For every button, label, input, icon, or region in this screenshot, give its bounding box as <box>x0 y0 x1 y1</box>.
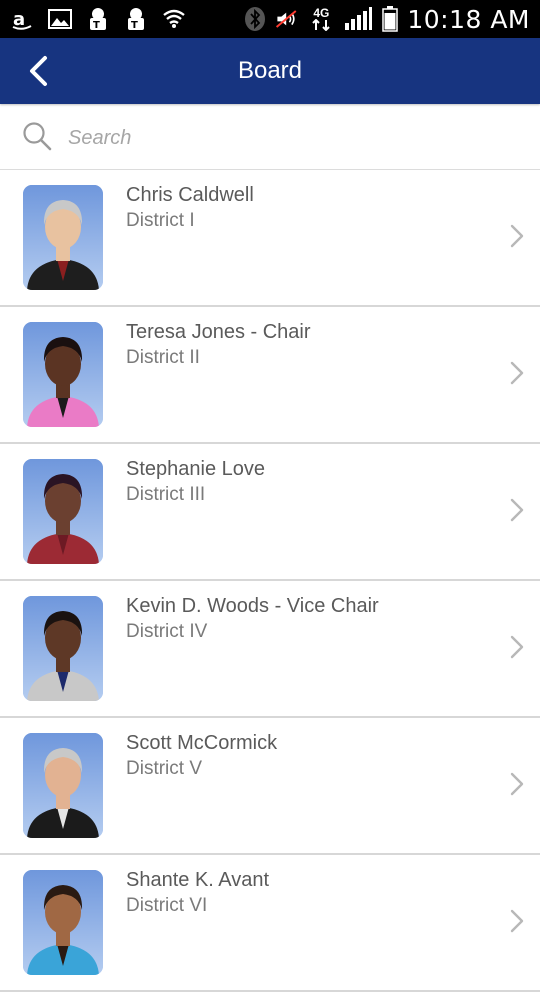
wifi-icon <box>162 7 186 31</box>
member-name: Scott McCormick <box>126 732 278 754</box>
bluetooth-icon <box>243 7 267 31</box>
list-item[interactable]: Shante K. Avant District VI <box>0 855 540 992</box>
search-icon <box>23 122 52 151</box>
list-item[interactable]: Chris Caldwell District I <box>0 170 540 307</box>
avatar <box>23 733 103 838</box>
list-item[interactable]: Stephanie Love District III <box>0 444 540 581</box>
chevron-right-icon <box>510 361 524 385</box>
avatar <box>23 870 103 975</box>
list-item[interactable]: Kevin D. Woods - Vice Chair District IV <box>0 581 540 718</box>
search-input[interactable] <box>66 118 510 158</box>
list-item[interactable]: Scott McCormick District V <box>0 718 540 855</box>
image-icon <box>48 7 72 31</box>
page-title: Board <box>237 57 303 84</box>
network-type: 4G <box>307 7 335 31</box>
chevron-right-icon <box>510 635 524 659</box>
signal-icon <box>343 7 373 31</box>
status-bar: a T T 4G 10:18 AM <box>0 0 540 38</box>
chevron-right-icon <box>510 224 524 248</box>
chevron-right-icon <box>510 498 524 522</box>
avatar <box>23 322 103 427</box>
member-district: District III <box>126 484 206 505</box>
member-district: District VI <box>126 895 208 916</box>
mute-icon <box>275 7 299 31</box>
app-bar: Board <box>0 38 540 104</box>
member-district: District V <box>126 758 202 779</box>
battery-icon <box>381 6 399 32</box>
member-name: Kevin D. Woods - Vice Chair <box>126 595 379 617</box>
status-right-icons: 4G 10:18 AM <box>243 5 540 34</box>
member-name: Shante K. Avant <box>126 869 270 891</box>
chevron-right-icon <box>510 772 524 796</box>
avatar <box>23 185 103 290</box>
chevron-right-icon <box>510 909 524 933</box>
status-time: 10:18 AM <box>407 4 530 34</box>
member-district: District IV <box>126 621 208 642</box>
chevron-left-icon <box>30 56 47 86</box>
list-item[interactable]: Teresa Jones - Chair District II <box>0 307 540 444</box>
amazon-icon: a <box>10 7 34 31</box>
svg-text:T: T <box>93 20 100 31</box>
member-district: District II <box>126 347 200 368</box>
member-name: Chris Caldwell <box>126 184 254 206</box>
tmobile-icon: T <box>86 7 110 31</box>
member-name: Stephanie Love <box>126 458 266 480</box>
back-button[interactable] <box>18 51 58 91</box>
svg-text:T: T <box>131 20 138 31</box>
search-bar <box>0 104 540 170</box>
tmobile-icon: T <box>124 7 148 31</box>
member-district: District I <box>126 210 195 231</box>
status-left-icons: a T T <box>0 7 186 31</box>
member-name: Teresa Jones - Chair <box>126 321 311 343</box>
member-list: Chris Caldwell District I Teresa Jones -… <box>0 170 540 992</box>
avatar <box>23 596 103 701</box>
avatar <box>23 459 103 564</box>
